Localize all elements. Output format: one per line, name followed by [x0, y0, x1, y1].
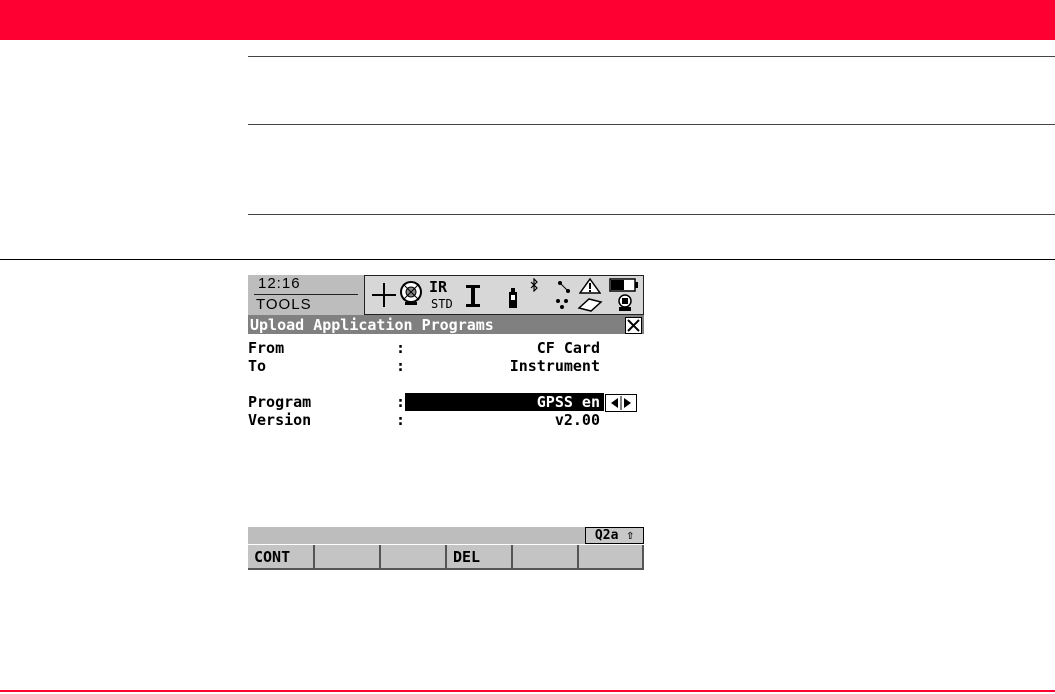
card-icon: [577, 298, 603, 312]
field-label: Program: [248, 393, 312, 411]
field-label: Version: [248, 411, 312, 429]
crosshair-icon: [372, 283, 396, 307]
field-version: Version : v2.00: [248, 411, 644, 429]
input-mode-indicator: Q2a ⇧: [585, 527, 644, 544]
std-label: STD: [431, 297, 453, 311]
cursor-i-icon: [466, 285, 480, 307]
instrument-screen: 12:16 TOOLS IR STD Upload Application Pr…: [248, 275, 644, 573]
time-panel: 12:16 TOOLS: [248, 275, 364, 315]
header-band: [0, 0, 1055, 40]
softkey-f6[interactable]: [579, 545, 644, 570]
bluetooth-icon: [530, 278, 538, 292]
field-colon: :: [396, 411, 406, 429]
dialog-title-bar: Upload Application Programs: [248, 315, 644, 334]
field-value[interactable]: Instrument: [510, 357, 600, 375]
mode-label: TOOLS: [256, 296, 312, 313]
field-colon: :: [396, 393, 406, 411]
close-button[interactable]: [625, 317, 642, 334]
del-softkey[interactable]: DEL: [447, 545, 513, 570]
footer-rule: [0, 690, 1055, 692]
softkey-row: CONT DEL: [248, 545, 644, 571]
field-label: From: [248, 339, 285, 357]
program-select[interactable]: GPSS en: [405, 393, 604, 411]
prism-icon: [400, 281, 422, 305]
battery-cell-icon: [509, 288, 517, 308]
status-bar: 12:16 TOOLS IR STD: [248, 275, 644, 315]
field-value: v2.00: [554, 411, 600, 429]
divider: [248, 56, 1055, 57]
left-right-arrows-icon[interactable]: [605, 394, 637, 412]
field-label: To: [248, 357, 267, 375]
softkey-f3[interactable]: [381, 545, 447, 570]
clock: 12:16: [258, 275, 301, 292]
divider: [248, 124, 1055, 125]
field-from: From : CF Card: [248, 339, 644, 357]
cont-softkey[interactable]: CONT: [248, 545, 315, 570]
satellite-link-icon: [556, 299, 568, 309]
program-value: GPSS en: [536, 393, 600, 411]
field-colon: :: [396, 339, 406, 357]
dialog-title: Upload Application Programs: [250, 316, 494, 334]
softkey-f5[interactable]: [513, 545, 579, 570]
divider: [0, 259, 1055, 260]
battery-icon: [609, 278, 638, 292]
field-program: Program : GPSS en: [248, 393, 644, 412]
softkey-info-bar: Q2a ⇧: [248, 527, 644, 544]
divider: [248, 214, 1055, 215]
link-icon: [558, 281, 570, 293]
status-icons: IR STD: [364, 275, 644, 315]
softkey-f2[interactable]: [315, 545, 381, 570]
field-colon: :: [396, 357, 406, 375]
field-value[interactable]: CF Card: [537, 339, 600, 357]
warning-icon: [579, 278, 601, 294]
ir-label: IR: [429, 278, 448, 296]
close-icon: [627, 319, 640, 332]
field-to: To : Instrument: [248, 357, 644, 375]
instrument-icon: [618, 294, 632, 311]
